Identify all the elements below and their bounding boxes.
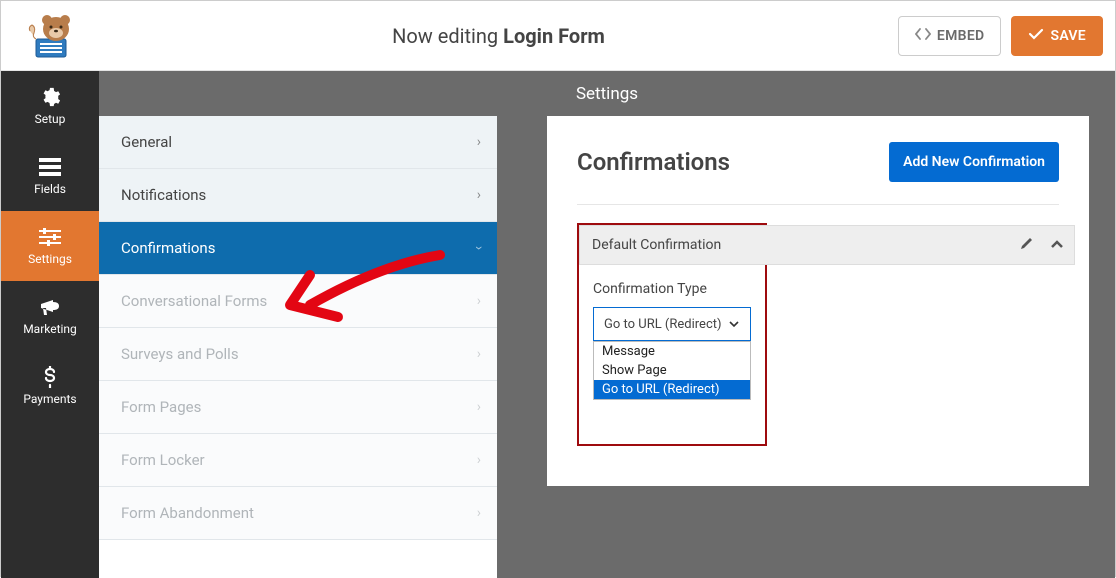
top-actions: EMBED SAVE	[898, 16, 1103, 56]
confirmation-name: Default Confirmation	[592, 237, 721, 253]
chevron-right-icon: ›	[477, 293, 481, 309]
settings-form-locker[interactable]: Form Locker ›	[99, 434, 497, 487]
bullhorn-icon	[39, 296, 61, 318]
content-area: Confirmations Add New Confirmation Defau…	[497, 71, 1115, 578]
dollar-icon	[39, 366, 61, 388]
nav-fields[interactable]: Fields	[1, 141, 99, 211]
divider	[577, 204, 1059, 205]
app-logo	[1, 11, 99, 61]
item-label: Form Abandonment	[121, 504, 254, 522]
nav-marketing[interactable]: Marketing	[1, 281, 99, 351]
confirmation-type-label: Confirmation Type	[593, 281, 755, 297]
confirmations-title: Confirmations	[577, 148, 730, 176]
dropdown-option-message[interactable]: Message	[594, 342, 750, 361]
confirmation-type-dropdown: Message Show Page Go to URL (Redirect)	[593, 341, 751, 400]
chevron-up-icon[interactable]	[1050, 237, 1064, 253]
settings-notifications[interactable]: Notifications ›	[99, 169, 497, 222]
item-label: Form Locker	[121, 451, 205, 469]
top-bar: Now editing Login Form EMBED SAVE	[1, 1, 1115, 71]
selected-value: Go to URL (Redirect)	[604, 317, 722, 332]
settings-general[interactable]: General ›	[99, 116, 497, 169]
chevron-right-icon: ›	[477, 134, 481, 150]
code-icon	[915, 28, 931, 44]
settings-title: Settings	[99, 71, 1115, 116]
save-label: SAVE	[1050, 28, 1086, 44]
nav-label: Marketing	[23, 322, 77, 336]
settings-surveys[interactable]: Surveys and Polls ›	[99, 328, 497, 381]
item-label: General	[121, 133, 172, 151]
item-label: Conversational Forms	[121, 292, 267, 310]
nav-label: Payments	[23, 392, 76, 406]
nav-label: Setup	[35, 112, 66, 126]
confirmation-item-header[interactable]: Default Confirmation	[579, 225, 1075, 265]
dropdown-option-showpage[interactable]: Show Page	[594, 361, 750, 380]
nav-payments[interactable]: Payments	[1, 351, 99, 421]
chevron-right-icon: ›	[477, 346, 481, 362]
confirmation-type-select[interactable]: Go to URL (Redirect)	[593, 307, 751, 341]
confirmations-card: Confirmations Add New Confirmation Defau…	[547, 116, 1089, 486]
settings-form-abandonment[interactable]: Form Abandonment ›	[99, 487, 497, 540]
page-title: Now editing Login Form	[99, 24, 898, 48]
highlight-box: Default Confirmation Confirmation Type G…	[577, 223, 767, 446]
settings-confirmations[interactable]: Confirmations ›	[99, 222, 497, 275]
settings-form-pages[interactable]: Form Pages ›	[99, 381, 497, 434]
embed-label: EMBED	[937, 28, 985, 44]
item-label: Form Pages	[121, 398, 201, 416]
check-icon	[1028, 28, 1044, 44]
redirect-url-input[interactable]: http://mytestsite.com	[593, 396, 988, 432]
add-confirmation-button[interactable]: Add New Confirmation	[889, 142, 1059, 182]
chevron-right-icon: ›	[477, 187, 481, 203]
nav-label: Settings	[28, 252, 72, 266]
gear-icon	[39, 86, 61, 108]
save-button[interactable]: SAVE	[1011, 16, 1103, 56]
sliders-icon	[39, 226, 61, 248]
left-nav: Setup Fields Settings Marketing Payments	[1, 71, 99, 578]
editing-prefix: Now editing	[392, 24, 503, 48]
settings-conversational[interactable]: Conversational Forms ›	[99, 275, 497, 328]
url-value: http://mytestsite.com	[604, 407, 729, 422]
chevron-right-icon: ›	[477, 399, 481, 415]
dropdown-option-redirect[interactable]: Go to URL (Redirect)	[594, 380, 750, 399]
chevron-right-icon: ›	[477, 505, 481, 521]
chevron-down-icon	[728, 317, 740, 332]
embed-button[interactable]: EMBED	[898, 16, 1002, 56]
edit-icon[interactable]	[1020, 236, 1034, 254]
chevron-down-icon: ›	[471, 246, 487, 250]
item-label: Confirmations	[121, 239, 215, 257]
settings-submenu: Settings General › Notifications › Confi…	[99, 71, 497, 578]
chevron-right-icon: ›	[477, 452, 481, 468]
item-label: Notifications	[121, 186, 206, 204]
form-name: Login Form	[503, 24, 605, 48]
list-icon	[39, 156, 61, 178]
item-label: Surveys and Polls	[121, 345, 239, 363]
nav-settings[interactable]: Settings	[1, 211, 99, 281]
nav-label: Fields	[34, 182, 66, 196]
nav-setup[interactable]: Setup	[1, 71, 99, 141]
